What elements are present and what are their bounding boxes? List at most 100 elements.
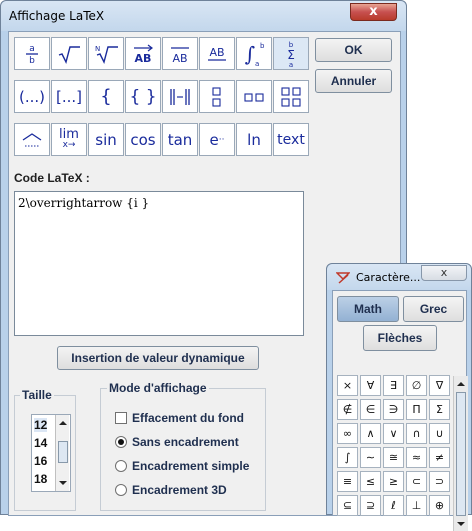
symbol-cell[interactable]: ∇	[429, 375, 450, 396]
cos-button[interactable]: cos	[125, 123, 161, 156]
symbol-cell[interactable]: ≤	[360, 471, 381, 492]
simple-frame-radio[interactable]	[115, 460, 127, 472]
symbol-cell[interactable]: ∼	[360, 447, 381, 468]
text-button[interactable]: text	[273, 123, 309, 156]
underline-button[interactable]: AB	[199, 37, 235, 70]
insert-dynamic-value-button[interactable]: Insertion de valeur dynamique	[57, 346, 259, 370]
braces-button[interactable]: {	[88, 80, 124, 113]
symbol-cell[interactable]: ≈	[406, 447, 427, 468]
scroll-thumb[interactable]	[456, 392, 466, 516]
symbol-cell[interactable]: ∈	[360, 399, 381, 420]
symbol-cell[interactable]: ∀	[360, 375, 381, 396]
size-scrollbar[interactable]	[55, 415, 69, 491]
sin-button[interactable]: sin	[88, 123, 124, 156]
scroll-thumb[interactable]	[58, 441, 68, 463]
symbol-cell[interactable]: ℓ	[383, 495, 404, 516]
symbol-cell[interactable]: ∅	[406, 375, 427, 396]
sum-button[interactable]: bΣa	[273, 37, 309, 70]
parentheses-icon: (...)	[18, 87, 45, 106]
determinant-button[interactable]	[162, 80, 198, 113]
symbol-cell[interactable]: ∩	[406, 423, 427, 444]
scroll-up-icon	[59, 421, 67, 425]
sqrt-button[interactable]	[51, 37, 87, 70]
nthroot-button[interactable]: N	[88, 37, 124, 70]
symbol-cell[interactable]: Π	[406, 399, 427, 420]
svg-text:N: N	[95, 45, 100, 53]
symbol-cell[interactable]: ⊇	[360, 495, 381, 516]
palette-close-button[interactable]: x	[421, 265, 467, 281]
tan-button[interactable]: tan	[162, 123, 198, 156]
braces-wide-button[interactable]: { }	[125, 80, 161, 113]
palette-app-icon	[336, 272, 350, 284]
lim-label: lim	[59, 126, 79, 142]
svg-text:a: a	[289, 61, 293, 68]
matrix-1x2-icon	[244, 92, 264, 102]
symbol-cell[interactable]: ×	[337, 375, 358, 396]
vector-icon: AB	[134, 44, 153, 65]
symbol-cell[interactable]: ⊆	[337, 495, 358, 516]
title-bar[interactable]: Affichage LaTeX x	[1, 1, 406, 31]
size-option-18[interactable]: 18	[34, 472, 47, 486]
symbol-cell[interactable]: ∫	[337, 447, 358, 468]
close-button[interactable]: x	[350, 3, 397, 21]
segment-icon: AB	[171, 46, 189, 65]
symbol-cell[interactable]: ⊕	[429, 495, 450, 516]
vector-button[interactable]: AB	[125, 37, 161, 70]
symbol-cell[interactable]: ≥	[383, 471, 404, 492]
symbol-cell[interactable]: ≅	[383, 447, 404, 468]
window-title: Affichage LaTeX	[9, 9, 105, 23]
symbol-cell[interactable]: Σ	[429, 399, 450, 420]
size-option-16[interactable]: 16	[34, 454, 47, 468]
no-frame-label: Sans encadrement	[132, 435, 239, 449]
cancel-button[interactable]: Annuler	[315, 69, 392, 93]
tab-greek[interactable]: Grec	[403, 296, 464, 322]
matrix-2x2-button[interactable]	[273, 80, 309, 113]
symbol-cell[interactable]: ∉	[337, 399, 358, 420]
size-list[interactable]: 12 14 16 18	[31, 414, 71, 492]
symbol-cell[interactable]: ⊥	[406, 495, 427, 516]
tab-math[interactable]: Math	[337, 296, 399, 322]
matrix-2x1-button[interactable]	[199, 80, 235, 113]
symbol-cell[interactable]: ⊃	[429, 471, 450, 492]
frame-3d-label: Encadrement 3D	[132, 483, 227, 497]
matrix-1x2-button[interactable]	[236, 80, 272, 113]
symbol-cell[interactable]: ∪	[429, 423, 450, 444]
lim-button[interactable]: lim x→	[51, 123, 87, 156]
tab-arrows[interactable]: Flèches	[363, 325, 437, 351]
size-legend: Taille	[20, 388, 54, 402]
integral-button[interactable]: ∫ b a	[236, 37, 272, 70]
svg-text:a: a	[255, 60, 259, 68]
symbol-cell[interactable]: ∃	[383, 375, 404, 396]
symbol-cell[interactable]: ⊂	[406, 471, 427, 492]
braces-wide-icon: { }	[129, 86, 157, 107]
symbol-cell[interactable]: ≡	[337, 471, 358, 492]
hat-button[interactable]	[14, 123, 50, 156]
symbol-cell[interactable]: ∞	[337, 423, 358, 444]
lim-sub-label: x→	[62, 139, 76, 150]
palette-title-bar[interactable]: Caractère... x	[327, 264, 471, 290]
palette-client: Math Grec Flèches × ∀ ∃ ∅ ∇ ∉ ∈ ∋ Π Σ ∞ ∧ ∨ ∩ ∪ ∫ ∼ ≅ ≈ ≠ ≡ ≤…	[332, 290, 468, 531]
size-option-12[interactable]: 12	[34, 418, 48, 432]
parentheses-button[interactable]: (...)	[14, 80, 50, 113]
no-frame-radio[interactable]	[115, 436, 127, 448]
brackets-button[interactable]: [...]	[51, 80, 87, 113]
size-option-14[interactable]: 14	[34, 436, 47, 450]
ln-button[interactable]: ln	[236, 123, 272, 156]
svg-text:a: a	[29, 44, 35, 54]
exp-button[interactable]: e ··	[199, 123, 235, 156]
fraction-button[interactable]: ab	[14, 37, 50, 70]
symbol-cell[interactable]: ∋	[383, 399, 404, 420]
segment-button[interactable]: AB	[162, 37, 198, 70]
symbol-cell[interactable]: ∨	[383, 423, 404, 444]
symbol-cell[interactable]: ∧	[360, 423, 381, 444]
ok-button[interactable]: OK	[315, 38, 392, 62]
clear-background-checkbox[interactable]	[115, 412, 127, 424]
palette-scrollbar[interactable]	[453, 376, 468, 531]
code-label: Code LaTeX :	[14, 171, 90, 185]
symbol-cell[interactable]: ≠	[429, 447, 450, 468]
frame-3d-radio[interactable]	[115, 484, 127, 496]
cos-label: cos	[130, 130, 156, 149]
latex-code-textarea[interactable]: 2\overrightarrow {i }	[14, 191, 304, 336]
svg-text:∫: ∫	[245, 42, 255, 66]
exp-dots-icon: ··	[218, 134, 225, 145]
